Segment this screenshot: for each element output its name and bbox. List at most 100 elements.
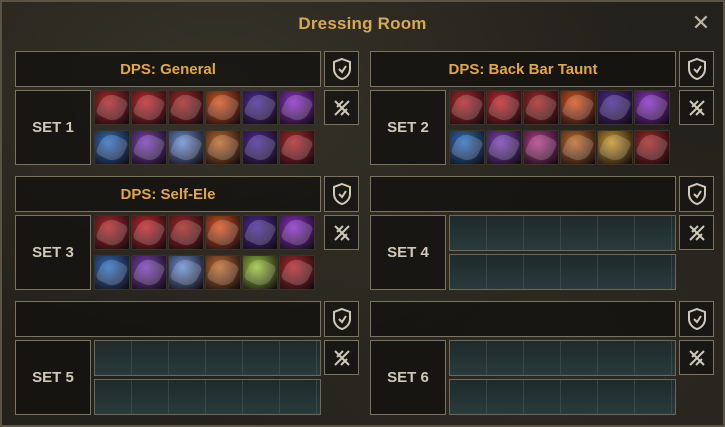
shield-icon[interactable]: [679, 301, 714, 337]
empty-skill-slot[interactable]: [280, 380, 317, 414]
empty-skill-slot[interactable]: [598, 341, 635, 375]
skill-icon[interactable]: [94, 215, 130, 250]
empty-skill-slot[interactable]: [598, 255, 635, 289]
skill-icon[interactable]: [131, 215, 167, 250]
empty-skill-slot[interactable]: [95, 380, 132, 414]
skill-icon[interactable]: [205, 215, 241, 250]
empty-skill-bar-back-6[interactable]: [449, 379, 676, 415]
skill-icon[interactable]: [168, 255, 204, 290]
close-icon[interactable]: ✕: [691, 12, 711, 34]
empty-skill-slot[interactable]: [487, 216, 524, 250]
empty-skill-slot[interactable]: [450, 216, 487, 250]
skill-icon[interactable]: [242, 90, 278, 125]
outfit-name-1[interactable]: DPS: General: [15, 51, 321, 87]
skill-icon[interactable]: [205, 255, 241, 290]
skill-bar-back-3: [94, 255, 315, 290]
skill-icon[interactable]: [634, 130, 670, 165]
skill-icon[interactable]: [523, 130, 559, 165]
skill-icon[interactable]: [168, 90, 204, 125]
shield-icon[interactable]: [679, 176, 714, 212]
outfit-name-6[interactable]: [370, 301, 676, 337]
outfit-name-2[interactable]: DPS: Back Bar Taunt: [370, 51, 676, 87]
skill-icon[interactable]: [94, 130, 130, 165]
empty-skill-slot[interactable]: [635, 380, 672, 414]
skill-icon[interactable]: [486, 130, 522, 165]
set-label-3: SET 3: [15, 215, 91, 290]
skill-icon[interactable]: [597, 130, 633, 165]
empty-skill-slot[interactable]: [561, 380, 598, 414]
skill-icon[interactable]: [242, 255, 278, 290]
skill-icon[interactable]: [131, 130, 167, 165]
empty-skill-slot[interactable]: [635, 216, 672, 250]
empty-skill-slot[interactable]: [561, 255, 598, 289]
empty-skill-bar-front-5[interactable]: [94, 340, 321, 376]
empty-skill-slot[interactable]: [598, 380, 635, 414]
empty-skill-slot[interactable]: [487, 380, 524, 414]
outfit-name-3[interactable]: DPS: Self-Ele: [15, 176, 321, 212]
skill-icon[interactable]: [279, 90, 315, 125]
empty-skill-slot[interactable]: [524, 216, 561, 250]
outfit-name-5[interactable]: [15, 301, 321, 337]
skill-icon[interactable]: [205, 130, 241, 165]
skill-icon[interactable]: [523, 90, 559, 125]
empty-skill-slot[interactable]: [169, 341, 206, 375]
empty-skill-slot[interactable]: [95, 341, 132, 375]
empty-skill-slot[interactable]: [487, 341, 524, 375]
skill-icon[interactable]: [279, 130, 315, 165]
empty-skill-slot[interactable]: [524, 255, 561, 289]
empty-skill-slot[interactable]: [169, 380, 206, 414]
skill-icon[interactable]: [634, 90, 670, 125]
empty-skill-bar-front-4[interactable]: [449, 215, 676, 251]
shield-icon[interactable]: [679, 51, 714, 87]
crossed-swords-icon[interactable]: [679, 90, 714, 125]
empty-skill-slot[interactable]: [243, 380, 280, 414]
skill-icon[interactable]: [168, 215, 204, 250]
skill-icon[interactable]: [560, 90, 596, 125]
empty-skill-slot[interactable]: [487, 255, 524, 289]
skill-icon[interactable]: [486, 90, 522, 125]
empty-skill-slot[interactable]: [635, 255, 672, 289]
crossed-swords-icon[interactable]: [324, 215, 359, 250]
skill-icon[interactable]: [131, 255, 167, 290]
skill-icon[interactable]: [205, 90, 241, 125]
skill-icon[interactable]: [94, 255, 130, 290]
skill-icon[interactable]: [449, 90, 485, 125]
empty-skill-slot[interactable]: [132, 341, 169, 375]
empty-skill-slot[interactable]: [598, 216, 635, 250]
skill-icon[interactable]: [449, 130, 485, 165]
empty-skill-slot[interactable]: [280, 341, 317, 375]
crossed-swords-icon[interactable]: [679, 215, 714, 250]
empty-skill-slot[interactable]: [561, 216, 598, 250]
crossed-swords-icon[interactable]: [324, 340, 359, 375]
skill-icon[interactable]: [279, 255, 315, 290]
empty-skill-slot[interactable]: [561, 341, 598, 375]
empty-skill-bar-front-6[interactable]: [449, 340, 676, 376]
empty-skill-slot[interactable]: [450, 341, 487, 375]
skill-bar-front-2: [449, 90, 670, 125]
empty-skill-slot[interactable]: [450, 380, 487, 414]
shield-icon[interactable]: [324, 176, 359, 212]
empty-skill-slot[interactable]: [524, 380, 561, 414]
empty-skill-slot[interactable]: [450, 255, 487, 289]
skill-icon[interactable]: [597, 90, 633, 125]
skill-icon[interactable]: [168, 130, 204, 165]
skill-icon[interactable]: [131, 90, 167, 125]
empty-skill-slot[interactable]: [206, 380, 243, 414]
skill-icon[interactable]: [279, 215, 315, 250]
outfit-name-4[interactable]: [370, 176, 676, 212]
empty-skill-bar-back-4[interactable]: [449, 254, 676, 290]
skill-icon[interactable]: [242, 130, 278, 165]
shield-icon[interactable]: [324, 301, 359, 337]
empty-skill-bar-back-5[interactable]: [94, 379, 321, 415]
skill-icon[interactable]: [560, 130, 596, 165]
empty-skill-slot[interactable]: [635, 341, 672, 375]
empty-skill-slot[interactable]: [524, 341, 561, 375]
skill-icon[interactable]: [242, 215, 278, 250]
empty-skill-slot[interactable]: [206, 341, 243, 375]
shield-icon[interactable]: [324, 51, 359, 87]
empty-skill-slot[interactable]: [243, 341, 280, 375]
crossed-swords-icon[interactable]: [324, 90, 359, 125]
skill-icon[interactable]: [94, 90, 130, 125]
empty-skill-slot[interactable]: [132, 380, 169, 414]
crossed-swords-icon[interactable]: [679, 340, 714, 375]
